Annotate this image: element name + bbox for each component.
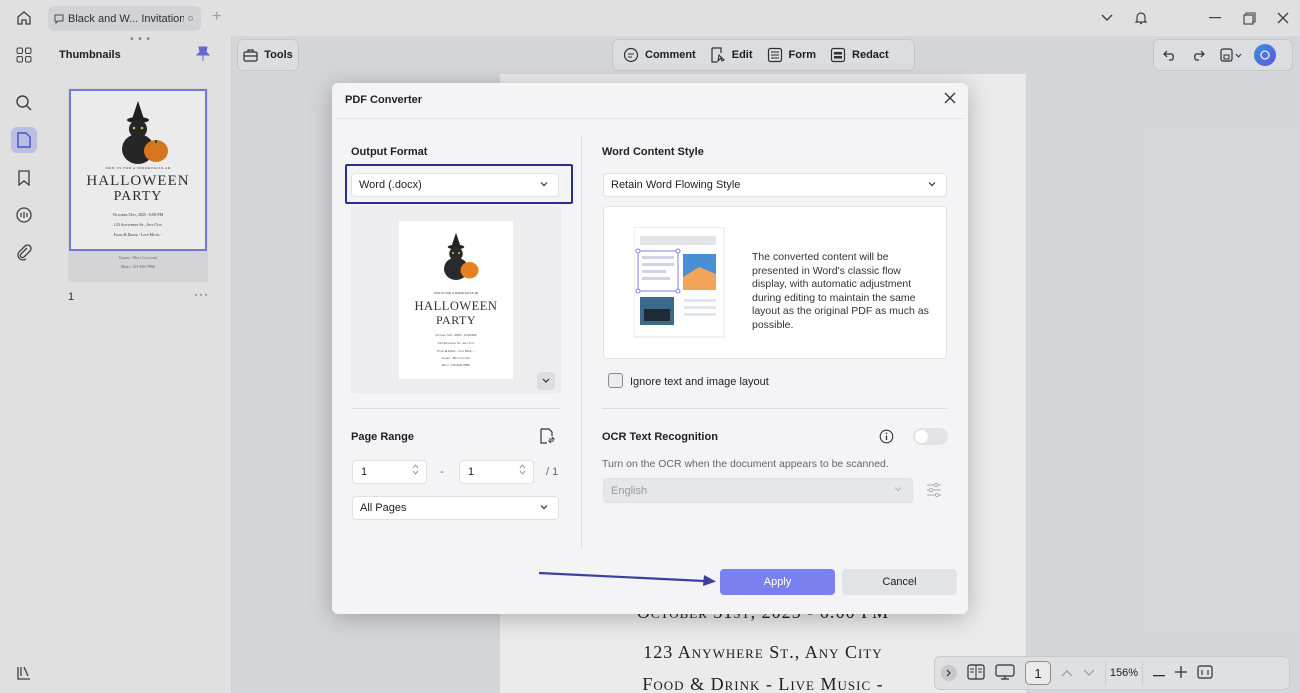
stepper-arrows[interactable] [519, 464, 526, 475]
cat-pumpkin-illustration [444, 232, 479, 280]
chevron-down-icon [542, 378, 550, 383]
word-content-style-select[interactable]: Retain Word Flowing Style [603, 173, 947, 197]
total-pages: / 1 [546, 466, 559, 478]
pointer-arrow-annotation [538, 571, 716, 586]
page-scope-value: All Pages [360, 502, 407, 514]
preview-rsvp: Reply 123-456-7890 [442, 363, 470, 367]
left-divider [351, 408, 560, 409]
preview-extras: Food & Drink - Live Music - [437, 349, 475, 353]
ocr-language-select[interactable]: English [603, 478, 913, 503]
page-to-value: 1 [468, 466, 475, 478]
page-from-value: 1 [361, 466, 368, 478]
word-style-preview: The converted content will be presented … [603, 206, 947, 359]
conversion-preview: JOIN US FOR A SPOOKTACULAR HALLOWEEN PAR… [351, 206, 561, 394]
stepper-arrows[interactable] [412, 464, 419, 475]
output-format-highlight [345, 164, 573, 204]
chevron-down-icon [928, 182, 936, 187]
ocr-settings-sliders-icon[interactable] [926, 482, 942, 501]
expand-preview-button[interactable] [537, 372, 555, 390]
preview-title2: PARTY [435, 313, 477, 327]
page-range-from-input[interactable]: 1 [352, 460, 427, 484]
right-divider [602, 408, 948, 409]
range-dash: - [440, 466, 444, 478]
ocr-language-value: English [611, 484, 648, 497]
dialog-title: PDF Converter [345, 94, 423, 106]
preview-title1: HALLOWEEN [414, 299, 498, 313]
ignore-layout-label: Ignore text and image layout [630, 376, 769, 388]
page-range-to-input[interactable]: 1 [459, 460, 534, 484]
preview-page: JOIN US FOR A SPOOKTACULAR HALLOWEEN PAR… [399, 221, 513, 379]
ocr-toggle[interactable] [913, 428, 948, 445]
word-style-description: The converted content will be presented … [752, 251, 929, 331]
close-icon[interactable] [943, 91, 959, 107]
chevron-down-icon [894, 487, 902, 492]
cancel-button[interactable]: Cancel [842, 569, 957, 595]
page-scope-select[interactable]: All Pages [352, 496, 559, 520]
ignore-layout-checkbox[interactable] [608, 373, 623, 388]
page-range-settings-icon[interactable] [539, 428, 556, 447]
toggle-knob [915, 430, 928, 443]
ocr-label: OCR Text Recognition [602, 431, 718, 443]
preview-extras2: Games - Best Costume [441, 356, 471, 360]
apply-button[interactable]: Apply [720, 569, 835, 595]
word-content-style-value: Retain Word Flowing Style [611, 179, 741, 191]
output-format-label: Output Format [351, 146, 428, 158]
preview-address: 123 Anywhere St., Any City [437, 341, 475, 345]
column-divider [581, 136, 582, 549]
info-icon[interactable] [879, 429, 894, 444]
ocr-hint: Turn on the OCR when the document appear… [602, 458, 889, 470]
page-range-label: Page Range [351, 431, 414, 443]
flowing-layout-illustration [634, 227, 725, 338]
preview-header: JOIN US FOR A SPOOKTACULAR [433, 291, 479, 295]
preview-date: October 31st, 2025 - 6:00 PM [435, 333, 477, 337]
chevron-down-icon [540, 505, 548, 510]
word-content-style-label: Word Content Style [602, 146, 704, 158]
